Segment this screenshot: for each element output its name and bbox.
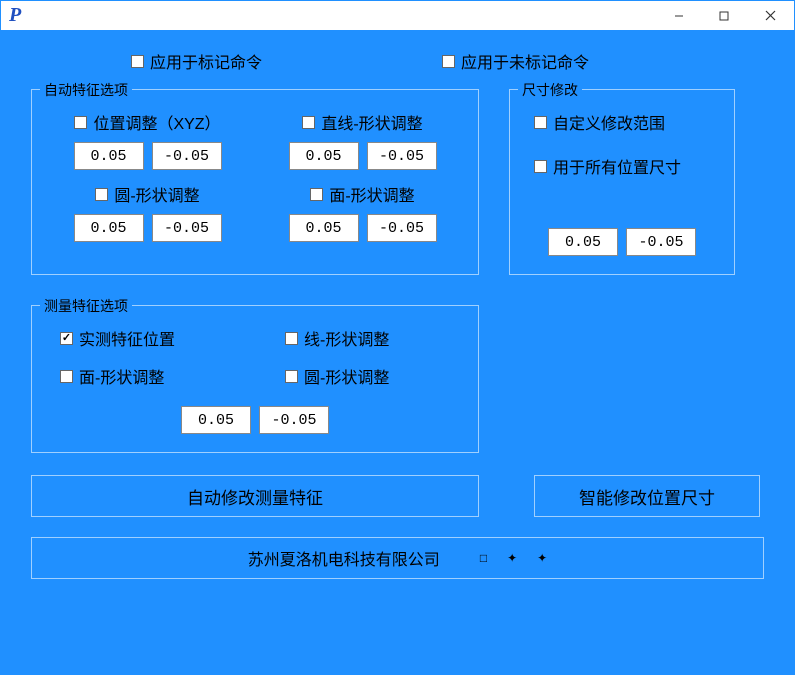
circle-shape-neg-input[interactable]: -0.05	[152, 214, 222, 242]
measure-pos-input[interactable]: 0.05	[181, 406, 251, 434]
app-icon: P	[9, 4, 21, 27]
dim-pos-input[interactable]: 0.05	[548, 228, 618, 256]
all-positions-label: 用于所有位置尺寸	[553, 154, 681, 178]
actual-position-row[interactable]: 实测特征位置	[60, 326, 235, 350]
all-positions-checkbox[interactable]	[534, 160, 547, 173]
auto-feature-panel: 自动特征选项 位置调整（XYZ） 0.05 -0.05	[31, 89, 479, 275]
apply-marked-label: 应用于标记命令	[150, 49, 262, 73]
actual-position-checkbox[interactable]	[60, 332, 73, 345]
apply-unmarked-row[interactable]: 应用于未标记命令	[442, 49, 589, 73]
smart-modify-position-button[interactable]: 智能修改位置尺寸	[534, 475, 760, 517]
square-icon[interactable]: □	[480, 551, 487, 565]
line-shape-checkbox[interactable]	[302, 116, 315, 129]
top-options: 应用于标记命令 应用于未标记命令	[31, 49, 764, 73]
dim-modify-legend: 尺寸修改	[518, 80, 582, 100]
line-shape-neg-input[interactable]: -0.05	[367, 142, 437, 170]
plane-shape-neg-input[interactable]: -0.05	[367, 214, 437, 242]
auto-modify-measure-button[interactable]: 自动修改测量特征	[31, 475, 479, 517]
measure-line-checkbox[interactable]	[285, 332, 298, 345]
position-xyz-label: 位置调整（XYZ）	[93, 110, 220, 134]
window-controls	[656, 1, 794, 30]
up-arrow-icon[interactable]: ✦	[507, 551, 517, 565]
footer-bar: 苏州夏洛机电科技有限公司 □ ✦ ✦	[31, 537, 764, 579]
circle-shape-pos-input[interactable]: 0.05	[74, 214, 144, 242]
footer-icons: □ ✦ ✦	[480, 551, 547, 565]
circle-shape-row[interactable]: 圆-形状调整	[95, 182, 199, 206]
plane-shape-row[interactable]: 面-形状调整	[310, 182, 414, 206]
line-shape-label: 直线-形状调整	[321, 110, 422, 134]
company-label: 苏州夏洛机电科技有限公司	[248, 546, 440, 570]
all-positions-row[interactable]: 用于所有位置尺寸	[534, 154, 681, 178]
measure-line-label: 线-形状调整	[304, 326, 389, 350]
measure-circle-row[interactable]: 圆-形状调整	[285, 364, 460, 388]
circle-shape-label: 圆-形状调整	[114, 182, 199, 206]
measure-plane-checkbox[interactable]	[60, 370, 73, 383]
measure-circle-label: 圆-形状调整	[304, 364, 389, 388]
measure-feature-panel: 测量特征选项 实测特征位置 线-形状调整 面-形状调整 圆-形状调整	[31, 305, 479, 453]
line-shape-row[interactable]: 直线-形状调整	[302, 110, 422, 134]
actual-position-label: 实测特征位置	[79, 326, 175, 350]
titlebar: P	[1, 1, 794, 31]
apply-unmarked-label: 应用于未标记命令	[461, 49, 589, 73]
measure-plane-label: 面-形状调整	[79, 364, 164, 388]
auto-feature-legend: 自动特征选项	[40, 80, 132, 100]
measure-neg-input[interactable]: -0.05	[259, 406, 329, 434]
dim-modify-panel: 尺寸修改 自定义修改范围 用于所有位置尺寸 0.05 -0.05	[509, 89, 735, 275]
panels-row: 自动特征选项 位置调整（XYZ） 0.05 -0.05	[31, 89, 764, 275]
plane-shape-pos-input[interactable]: 0.05	[289, 214, 359, 242]
content-area: 应用于标记命令 应用于未标记命令 自动特征选项 位置调整（XYZ）	[1, 31, 794, 674]
maximize-button[interactable]	[701, 1, 746, 30]
circle-shape-checkbox[interactable]	[95, 188, 108, 201]
measure-plane-row[interactable]: 面-形状调整	[60, 364, 235, 388]
measure-circle-checkbox[interactable]	[285, 370, 298, 383]
line-shape-pos-input[interactable]: 0.05	[289, 142, 359, 170]
action-buttons: 自动修改测量特征 智能修改位置尺寸	[31, 475, 764, 517]
plane-shape-checkbox[interactable]	[310, 188, 323, 201]
measure-line-row[interactable]: 线-形状调整	[285, 326, 460, 350]
main-window: P 应用于标记命令 应用于未标记命令	[0, 0, 795, 675]
measure-feature-legend: 测量特征选项	[40, 296, 132, 316]
position-xyz-pos-input[interactable]: 0.05	[74, 142, 144, 170]
close-button[interactable]	[746, 1, 794, 30]
position-xyz-neg-input[interactable]: -0.05	[152, 142, 222, 170]
up-arrow-icon-2[interactable]: ✦	[537, 551, 547, 565]
custom-range-row[interactable]: 自定义修改范围	[534, 110, 665, 134]
custom-range-label: 自定义修改范围	[553, 110, 665, 134]
apply-marked-checkbox[interactable]	[131, 55, 144, 68]
position-xyz-row[interactable]: 位置调整（XYZ）	[74, 110, 220, 134]
minimize-button[interactable]	[656, 1, 701, 30]
position-xyz-checkbox[interactable]	[74, 116, 87, 129]
apply-marked-row[interactable]: 应用于标记命令	[131, 49, 262, 73]
apply-unmarked-checkbox[interactable]	[442, 55, 455, 68]
dim-neg-input[interactable]: -0.05	[626, 228, 696, 256]
custom-range-checkbox[interactable]	[534, 116, 547, 129]
plane-shape-label: 面-形状调整	[329, 182, 414, 206]
